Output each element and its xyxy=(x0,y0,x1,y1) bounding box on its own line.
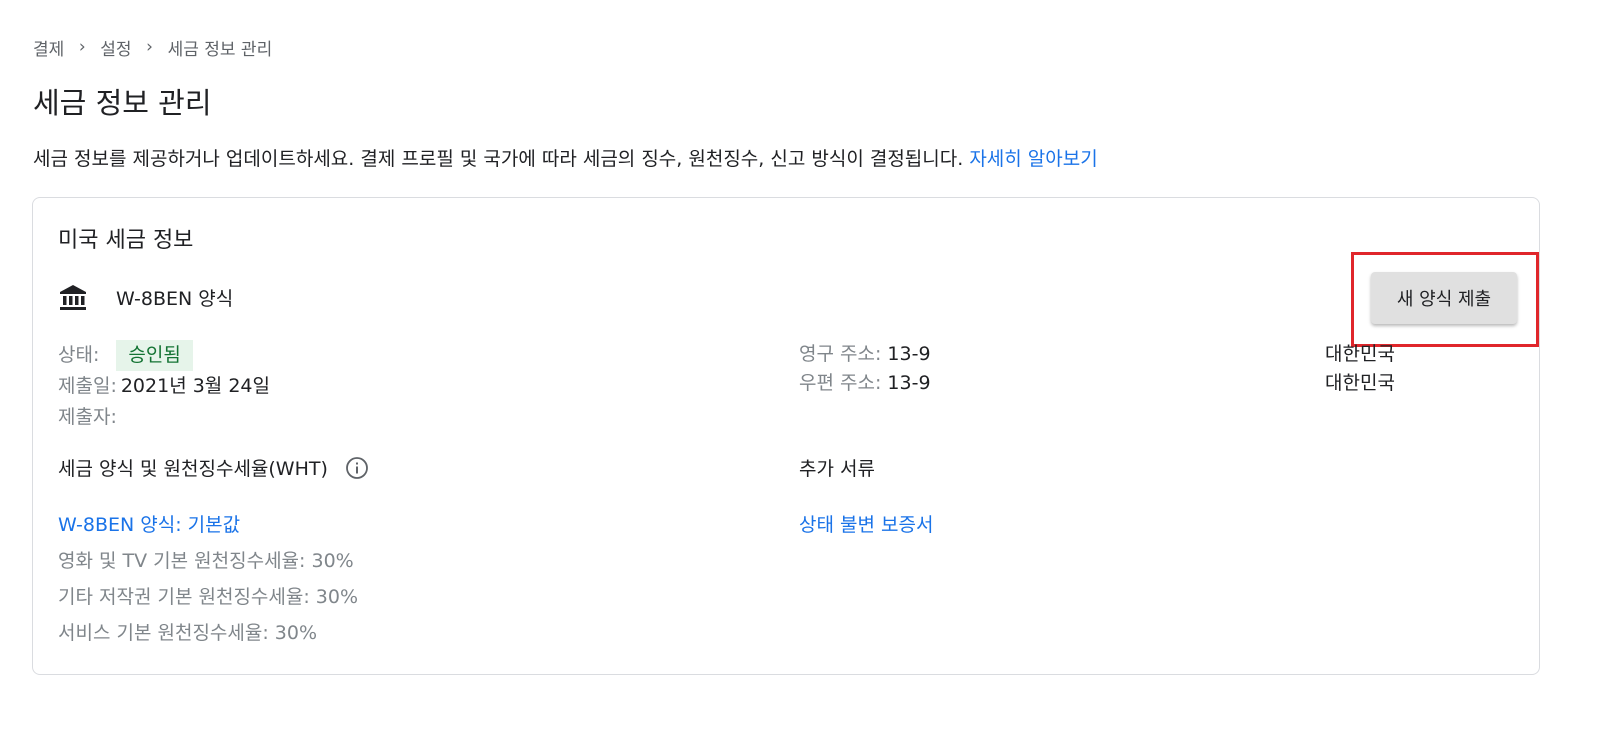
wht-rate-other-copyright: 기타 저작권 기본 원천징수세율: 30% xyxy=(58,586,359,608)
submitted-date-value: 2021년 3월 24일 xyxy=(120,375,270,397)
form-row: W-8BEN 양식 xyxy=(58,282,233,312)
info-icon[interactable] xyxy=(345,456,369,480)
wht-rate-services: 서비스 기본 원천징수세율: 30% xyxy=(58,622,318,644)
us-tax-info-card: 미국 세금 정보 W-8BEN 양식 새 양식 제출 상태: 승인됨 제출일: … xyxy=(32,197,1540,675)
country-block: 대한민국 대한민국 xyxy=(1325,340,1395,398)
chevron-right-icon: › xyxy=(78,37,86,57)
breadcrumb: 결제 › 설정 › 세금 정보 관리 xyxy=(33,35,273,60)
description-text: 세금 정보를 제공하거나 업데이트하세요. 결제 프로필 및 국가에 따라 세금… xyxy=(33,148,964,170)
mailing-country: 대한민국 xyxy=(1325,372,1395,394)
permanent-address-label: 영구 주소: xyxy=(799,343,882,365)
status-row: 상태: 승인됨 xyxy=(58,340,270,371)
page-description: 세금 정보를 제공하거나 업데이트하세요. 결제 프로필 및 국가에 따라 세금… xyxy=(33,144,1098,171)
wht-heading-text: 세금 양식 및 원천징수세율(WHT) xyxy=(58,458,328,480)
wht-form-link[interactable]: W-8BEN 양식: 기본값 xyxy=(58,507,358,543)
breadcrumb-item-current: 세금 정보 관리 xyxy=(167,39,273,60)
mailing-address-row: 우편 주소: 13-9 xyxy=(799,369,931,398)
learn-more-link[interactable]: 자세히 알아보기 xyxy=(969,148,1097,170)
submitter-label: 제출자: xyxy=(58,406,117,428)
wht-heading: 세금 양식 및 원천징수세율(WHT) xyxy=(58,454,369,481)
permanent-address-value: 13-9 xyxy=(887,343,931,365)
page: 결제 › 설정 › 세금 정보 관리 세금 정보 관리 세금 정보를 제공하거나… xyxy=(0,0,1608,730)
form-name: W-8BEN 양식 xyxy=(116,287,234,310)
card-title: 미국 세금 정보 xyxy=(58,228,194,253)
mailing-address-value: 13-9 xyxy=(887,372,931,394)
certificate-of-status-link[interactable]: 상태 불변 보증서 xyxy=(799,507,933,543)
address-block: 영구 주소: 13-9 우편 주소: 13-9 xyxy=(799,340,931,398)
permanent-country: 대한민국 xyxy=(1325,343,1395,365)
submit-new-form-button[interactable]: 새 양식 제출 xyxy=(1371,272,1517,324)
breadcrumb-item-payments[interactable]: 결제 xyxy=(33,35,64,60)
mailing-address-label: 우편 주소: xyxy=(799,372,882,394)
page-title: 세금 정보 관리 xyxy=(33,86,212,120)
permanent-address-row: 영구 주소: 13-9 xyxy=(799,340,931,369)
chevron-right-icon: › xyxy=(146,37,153,57)
submitter-row: 제출자: xyxy=(58,402,270,433)
wht-list: W-8BEN 양식: 기본값 영화 및 TV 기본 원천징수세율: 30% 기타… xyxy=(58,507,358,651)
form-status-block: 상태: 승인됨 제출일: 2021년 3월 24일 제출자: xyxy=(58,340,270,433)
submitted-date-row: 제출일: 2021년 3월 24일 xyxy=(58,371,270,402)
submitted-date-label: 제출일: xyxy=(58,375,117,397)
wht-rate-film-tv: 영화 및 TV 기본 원천징수세율: 30% xyxy=(58,550,354,572)
status-label: 상태: xyxy=(58,344,100,366)
breadcrumb-item-settings[interactable]: 설정 xyxy=(100,35,131,60)
additional-docs-heading: 추가 서류 xyxy=(799,458,875,480)
bank-icon xyxy=(60,285,86,310)
status-badge: 승인됨 xyxy=(116,340,193,371)
